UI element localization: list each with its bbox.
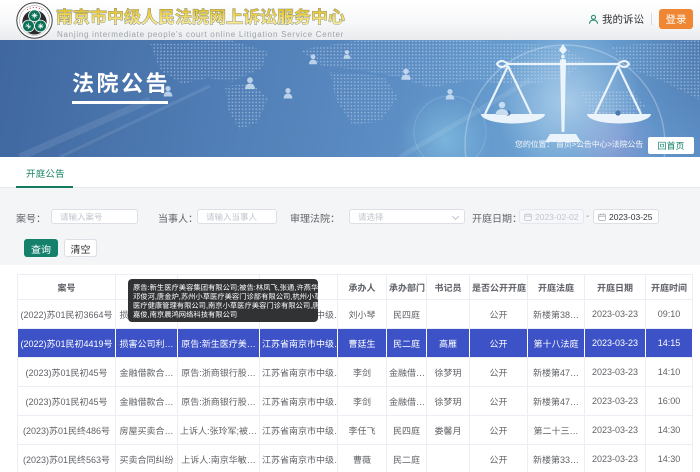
svg-text:南京市中级人民法院网上诉讼服务中心: 南京市中级人民法院网上诉讼服务中心 — [56, 3, 345, 28]
